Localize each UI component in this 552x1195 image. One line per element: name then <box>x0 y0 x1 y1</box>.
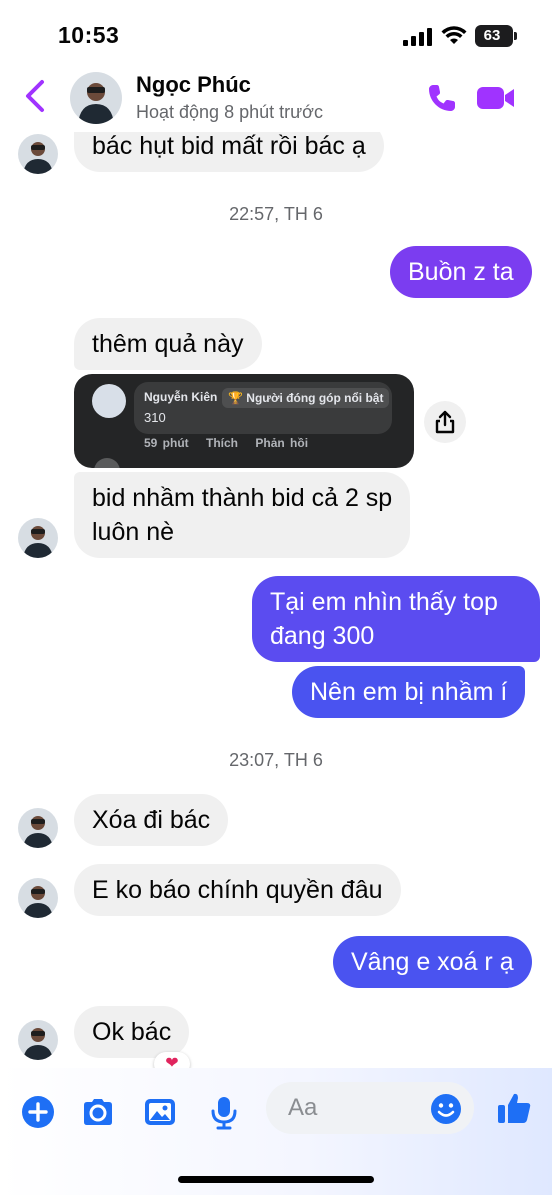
comment-actions: 59 phút Thích Phản hồi <box>144 436 320 450</box>
chevron-left-icon[interactable] <box>22 78 48 114</box>
message-text: Ok bác <box>92 1018 172 1046</box>
battery-level: 63 <box>483 27 501 44</box>
plus-icon[interactable] <box>20 1094 56 1130</box>
comment-like: Thích <box>206 436 239 450</box>
message-input[interactable] <box>288 1090 418 1126</box>
top-fan-badge: 🏆 Người đóng góp nổi bật <box>222 388 390 408</box>
thumbs-up-icon[interactable] <box>496 1090 532 1126</box>
contact-name[interactable]: Ngọc Phúc <box>136 72 251 98</box>
cellular-signal-icon <box>403 28 432 46</box>
message-text: Buồn z ta <box>408 258 514 286</box>
status-time: 10:53 <box>58 22 120 48</box>
message-incoming[interactable]: Ok bác <box>74 1006 190 1058</box>
comment-bubble: Nguyễn Kiên 🏆 Người đóng góp nổi bật 310 <box>134 382 392 434</box>
message-text: Vâng e xoá r ạ <box>351 948 514 976</box>
message-outgoing[interactable]: Buồn z ta <box>390 246 532 298</box>
smile-icon[interactable] <box>430 1093 462 1125</box>
comment-time: 59 phút <box>144 436 189 450</box>
contact-avatar-small[interactable] <box>18 134 58 174</box>
comment-author-avatar <box>92 384 126 418</box>
share-button[interactable] <box>424 401 466 443</box>
shared-comment-card[interactable]: Nguyễn Kiên 🏆 Người đóng góp nổi bật 310… <box>74 374 414 468</box>
message-outgoing[interactable]: Tại em nhìn thấy top đang 300 <box>252 576 540 662</box>
message-text: bác hụt bid mất rồi bác ạ <box>92 132 366 160</box>
reply-avatar <box>94 458 120 468</box>
share-icon <box>435 410 455 434</box>
camera-icon[interactable] <box>80 1094 116 1130</box>
image-icon[interactable] <box>142 1094 178 1130</box>
timestamp: 22:57, TH 6 <box>229 204 323 224</box>
conversation-header: Ngọc Phúc Hoạt động 8 phút trước <box>0 64 552 132</box>
message-incoming[interactable]: E ko báo chính quyền đâu <box>74 864 401 916</box>
message-text: E ko báo chính quyền đâu <box>92 876 383 904</box>
microphone-icon[interactable] <box>206 1094 242 1130</box>
battery-indicator: 63 <box>475 25 517 47</box>
timestamp: 23:07, TH 6 <box>229 750 323 770</box>
comment-reply: Phản hồi <box>255 436 309 450</box>
wifi-icon <box>441 26 467 44</box>
message-text: thêm quả này <box>92 330 244 358</box>
status-bar: 10:53 63 <box>0 0 552 70</box>
message-text-line2: luôn nè <box>92 518 175 546</box>
contact-avatar-small[interactable] <box>18 1020 58 1060</box>
message-incoming[interactable]: bid nhầm thành bid cả 2 sp luôn nè <box>74 472 411 558</box>
message-text-line1: Tại em nhìn thấy top <box>270 588 498 616</box>
message-text-line2: đang 300 <box>270 622 375 650</box>
video-camera-icon[interactable] <box>476 84 516 112</box>
activity-status: Hoạt động 8 phút trước <box>136 102 323 122</box>
message-outgoing[interactable]: Vâng e xoá r ạ <box>333 936 532 988</box>
message-incoming[interactable]: thêm quả này <box>74 318 262 370</box>
message-outgoing[interactable]: Nên em bị nhầm í <box>292 666 526 718</box>
comment-author: Nguyễn Kiên <box>144 390 218 404</box>
message-text-line1: bid nhầm thành bid cả 2 sp <box>92 484 393 512</box>
message-text: Xóa đi bác <box>92 806 211 834</box>
message-incoming[interactable]: Xóa đi bác <box>74 794 229 846</box>
message-text: Nên em bị nhầm í <box>310 678 508 706</box>
home-indicator <box>178 1176 374 1183</box>
contact-avatar-small[interactable] <box>18 518 58 558</box>
contact-avatar[interactable] <box>70 72 122 124</box>
contact-avatar-small[interactable] <box>18 808 58 848</box>
comment-text: 310 <box>144 410 166 425</box>
contact-avatar-small[interactable] <box>18 878 58 918</box>
phone-icon[interactable] <box>426 82 458 114</box>
